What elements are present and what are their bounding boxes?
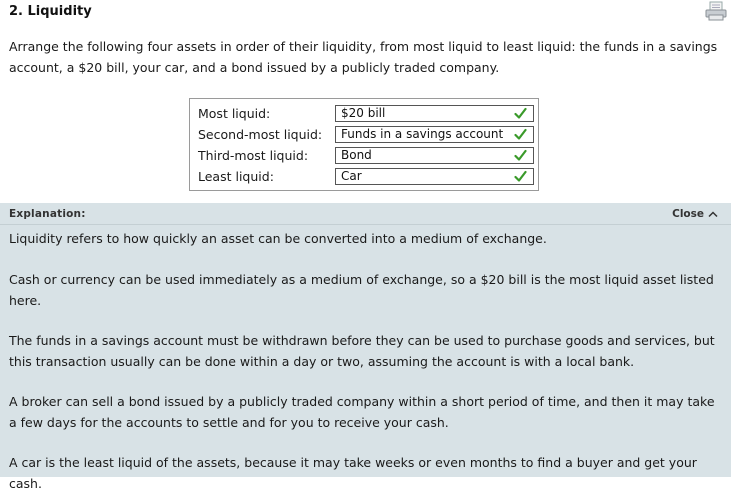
- answer-slot-least-liquid[interactable]: Car: [335, 168, 534, 185]
- explanation-paragraph: Cash or currency can be used immediately…: [9, 272, 714, 308]
- explanation-header: Explanation: Close: [0, 203, 731, 225]
- checkmark-icon: [514, 170, 527, 182]
- answer-row: Third-most liquid: Bond: [190, 147, 538, 165]
- answer-row: Second-most liquid: Funds in a savings a…: [190, 126, 538, 144]
- close-label: Close: [672, 208, 704, 220]
- answer-value: $20 bill: [341, 106, 386, 120]
- answer-label: Third-most liquid:: [198, 148, 309, 163]
- answer-slot-second-most-liquid[interactable]: Funds in a savings account: [335, 126, 534, 143]
- answer-slot-third-most-liquid[interactable]: Bond: [335, 147, 534, 164]
- checkmark-icon: [514, 149, 527, 161]
- answer-value: Bond: [341, 148, 372, 162]
- close-explanation-button[interactable]: Close: [672, 208, 718, 220]
- explanation-paragraph: The funds in a savings account must be w…: [9, 333, 715, 369]
- checkmark-icon: [514, 128, 527, 140]
- answer-box: Most liquid: $20 bill Second-most liquid…: [189, 98, 539, 191]
- answer-label: Most liquid:: [198, 106, 271, 121]
- answer-value: Car: [341, 169, 362, 183]
- answer-value: Funds in a savings account: [341, 127, 504, 141]
- explanation-title: Explanation:: [9, 208, 86, 220]
- answer-label: Least liquid:: [198, 169, 274, 184]
- answer-label: Second-most liquid:: [198, 127, 323, 142]
- answer-row: Least liquid: Car: [190, 168, 538, 186]
- explanation-panel: Explanation: Close Liquidity refers to h…: [0, 203, 731, 491]
- explanation-paragraph: A car is the least liquid of the assets,…: [9, 455, 697, 491]
- question-prompt: Arrange the following four assets in ord…: [9, 39, 718, 75]
- print-icon[interactable]: [705, 1, 727, 21]
- question-title: 2. Liquidity: [9, 4, 92, 19]
- explanation-paragraph: A broker can sell a bond issued by a pub…: [9, 394, 715, 430]
- answer-slot-most-liquid[interactable]: $20 bill: [335, 105, 534, 122]
- explanation-paragraph: Liquidity refers to how quickly an asset…: [9, 231, 547, 246]
- chevron-up-icon: [708, 211, 718, 218]
- checkmark-icon: [514, 107, 527, 119]
- answer-row: Most liquid: $20 bill: [190, 105, 538, 123]
